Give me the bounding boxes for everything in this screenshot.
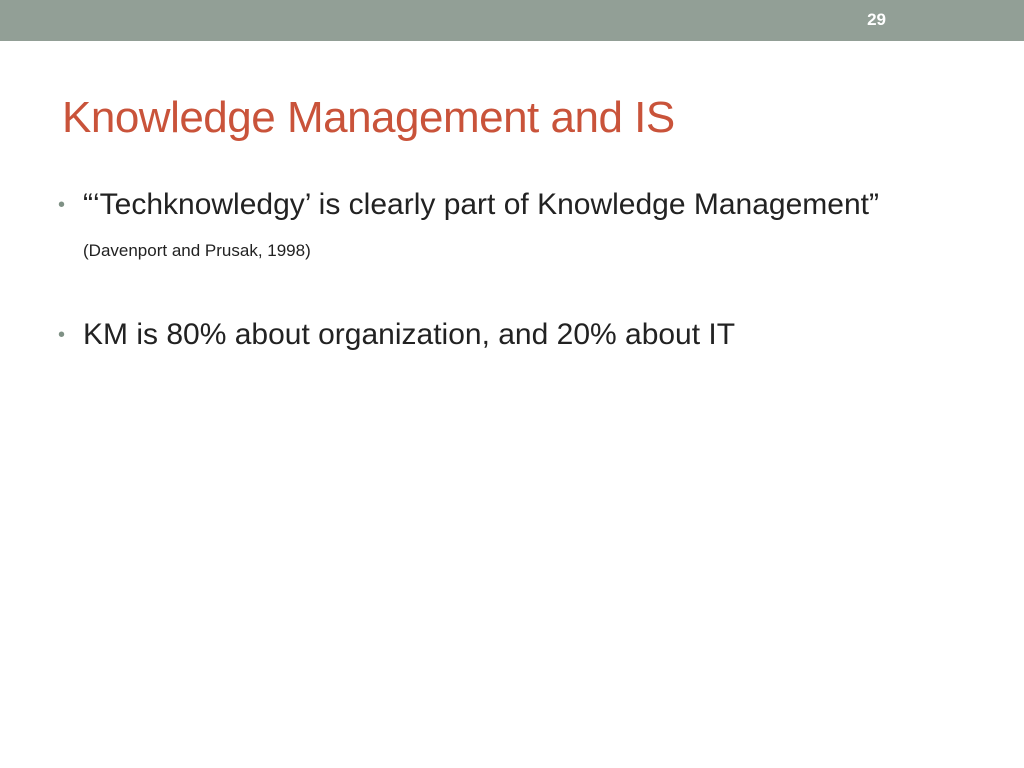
bullet-item-techknowledgy: • “‘Techknowledgy’ is clearly part of Kn… xyxy=(58,184,918,272)
bullet-list: • “‘Techknowledgy’ is clearly part of Kn… xyxy=(58,184,918,356)
bullet-dot-icon: • xyxy=(58,324,66,346)
slide: 29 Knowledge Management and IS • “‘Techk… xyxy=(0,0,1024,768)
bullet-text: “‘Techknowledgy’ is clearly part of Know… xyxy=(83,188,879,221)
bullet-dot-icon: • xyxy=(58,194,66,216)
bullet-text: KM is 80% about organization, and 20% ab… xyxy=(83,318,736,351)
bullet-citation: (Davenport and Prusak, 1998) xyxy=(83,241,311,260)
slide-title: Knowledge Management and IS xyxy=(62,93,675,142)
slide-number: 29 xyxy=(867,10,886,29)
bullet-item-km-ratio: • KM is 80% about organization, and 20% … xyxy=(58,314,918,356)
top-bar: 29 xyxy=(0,0,1024,41)
